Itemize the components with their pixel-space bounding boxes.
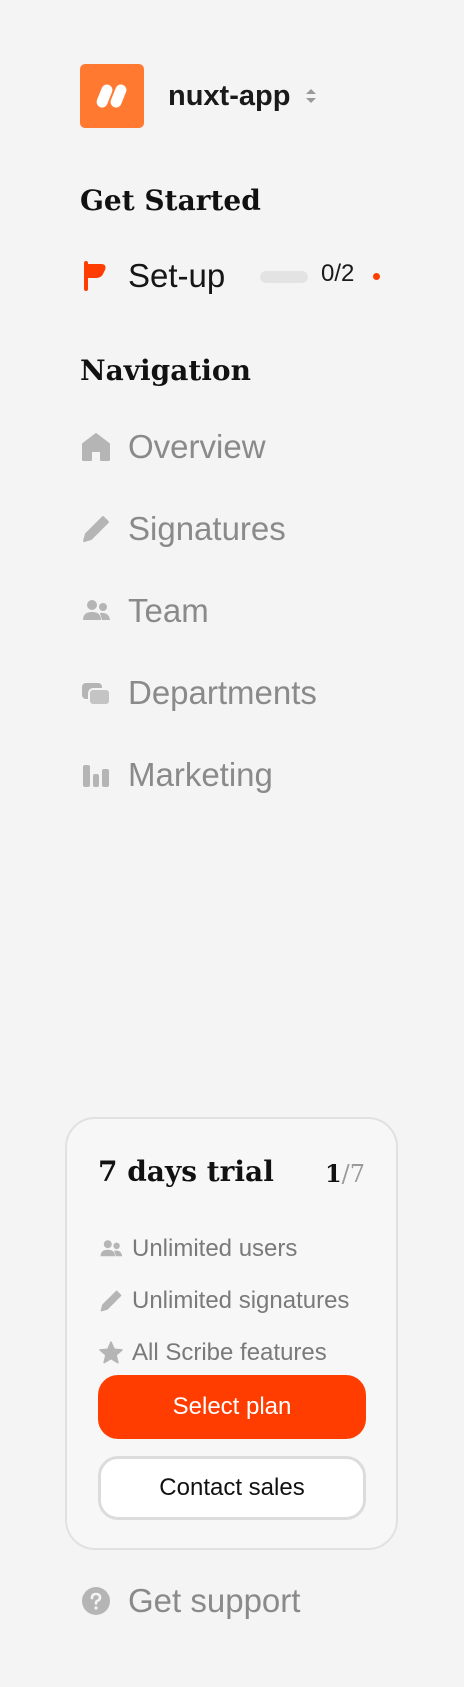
navigation-heading: Navigation: [80, 354, 251, 387]
workspace-name: nuxt-app: [168, 79, 291, 112]
notification-dot: [373, 273, 380, 280]
get-support-link[interactable]: Get support: [80, 1582, 300, 1620]
nav-label: Marketing: [128, 756, 273, 793]
flag-icon: [80, 260, 112, 292]
bar-chart-icon: [80, 759, 112, 791]
star-icon: [98, 1340, 124, 1366]
trial-day-counter: 1/7: [325, 1159, 365, 1188]
get-support-label: Get support: [128, 1582, 301, 1619]
select-plan-button[interactable]: Select plan: [98, 1375, 366, 1439]
nav-label: Signatures: [128, 510, 286, 547]
workspace-switcher[interactable]: nuxt-app: [80, 64, 318, 128]
nav-label: Overview: [128, 428, 266, 465]
trial-card: 7 days trial 1/7 Unlimited users Unlimit…: [65, 1117, 398, 1550]
contact-sales-button[interactable]: Contact sales: [98, 1456, 366, 1520]
get-started-heading: Get Started: [80, 184, 261, 217]
pen-icon: [80, 513, 112, 545]
home-icon: [80, 431, 112, 463]
trial-feature: Unlimited users: [98, 1233, 297, 1265]
nav-item-team[interactable]: Team: [80, 589, 209, 633]
trial-feature-label: Unlimited signatures: [132, 1287, 350, 1314]
users-icon: [98, 1236, 124, 1262]
nav-item-overview[interactable]: Overview: [80, 425, 266, 469]
users-icon: [80, 595, 112, 627]
trial-title: 7 days trial: [98, 1155, 274, 1188]
nav-label: Departments: [128, 674, 317, 711]
setup-label: Set-up: [128, 257, 226, 294]
chevron-up-down-icon: [304, 87, 318, 105]
app-logo: [80, 64, 144, 128]
folders-icon: [80, 677, 112, 709]
nav-item-departments[interactable]: Departments: [80, 671, 317, 715]
setup-item[interactable]: Set-up 0/2: [80, 256, 390, 296]
nav-label: Team: [128, 592, 209, 629]
trial-feature: All Scribe features: [98, 1337, 327, 1369]
nav-item-signatures[interactable]: Signatures: [80, 507, 286, 551]
trial-current-day: 1: [324, 1159, 342, 1188]
trial-feature-label: Unlimited users: [132, 1235, 298, 1262]
help-circle-icon: [80, 1585, 112, 1617]
setup-progress-count: 0/2: [321, 260, 355, 287]
trial-feature: Unlimited signatures: [98, 1285, 349, 1317]
trial-feature-label: All Scribe features: [132, 1339, 327, 1366]
setup-progress-bar: [260, 271, 308, 283]
nav-item-marketing[interactable]: Marketing: [80, 753, 273, 797]
trial-total-days: /7: [341, 1160, 365, 1188]
pen-icon: [98, 1288, 124, 1314]
